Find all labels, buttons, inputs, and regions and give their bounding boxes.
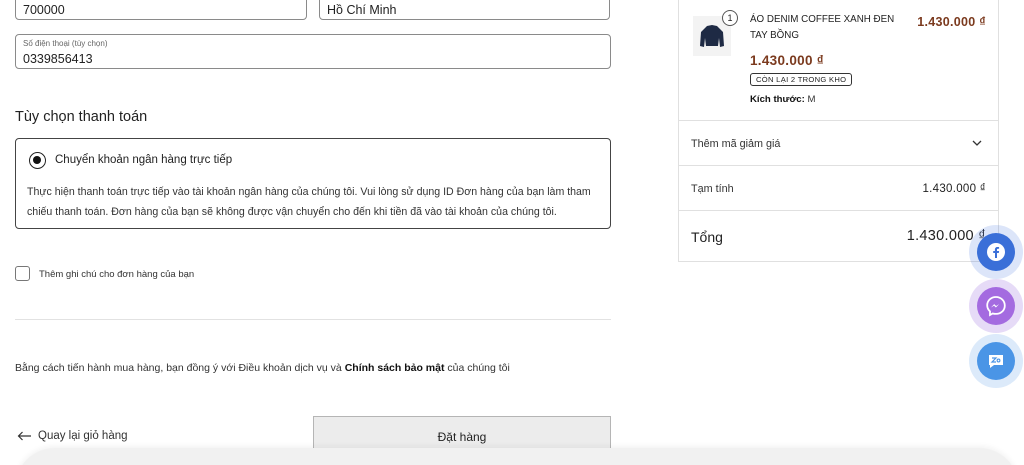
back-to-cart-link[interactable]: Quay lại giỏ hàng <box>17 430 128 442</box>
zalo-button[interactable] <box>969 334 1023 388</box>
city-field[interactable]: Hồ Chí Minh <box>319 0 610 20</box>
payment-section-title: Tùy chọn thanh toán <box>15 109 148 125</box>
facebook-button[interactable] <box>969 225 1023 279</box>
terms-suffix: của chúng tôi <box>444 362 510 374</box>
privacy-policy-link[interactable]: Chính sách bảo mật <box>345 362 445 374</box>
chevron-down-icon[interactable] <box>972 140 982 147</box>
item-quantity-badge: 1 <box>722 10 738 26</box>
bottom-bar <box>15 448 1019 465</box>
back-to-cart-label: Quay lại giỏ hàng <box>38 430 128 442</box>
summary-divider <box>679 165 998 166</box>
arrow-left-icon <box>17 431 31 441</box>
payment-method-box[interactable]: Chuyển khoản ngân hàng trực tiếp Thực hi… <box>15 138 611 229</box>
zalo-icon <box>989 355 1003 368</box>
product-price: 1.430.000 ₫ <box>750 53 825 68</box>
subtotal-label: Tạm tính <box>691 183 734 195</box>
stock-badge: CÒN LẠI 2 TRONG KHO <box>750 73 853 86</box>
subtotal-value: 1.430.000 ₫ <box>922 183 986 195</box>
messenger-icon <box>986 296 1006 317</box>
product-name: ÁO DENIM COFFEE XANH ĐEN TAY BỒNG <box>750 14 895 41</box>
city-value: Hồ Chí Minh <box>327 3 397 17</box>
order-note-label[interactable]: Thêm ghi chú cho đơn hàng của bạn <box>39 269 194 280</box>
summary-divider <box>679 120 998 121</box>
terms-prefix: Bằng cách tiến hành mua hàng, bạn đồng ý… <box>15 362 345 374</box>
phone-value: 0339856413 <box>23 52 93 66</box>
total-label: Tổng <box>691 229 723 245</box>
facebook-button-circle <box>977 233 1015 271</box>
item-line-total: 1.430.000 ₫ <box>917 15 986 29</box>
phone-field-label: Số điện thoại (tùy chọn) <box>23 39 108 48</box>
size-value: M <box>807 94 816 105</box>
divider <box>15 319 611 320</box>
messenger-button[interactable] <box>969 279 1023 333</box>
payment-method-description: Thực hiện thanh toán trực tiếp vào tài k… <box>27 186 591 218</box>
terms-text: Bằng cách tiến hành mua hàng, bạn đồng ý… <box>15 362 510 374</box>
payment-method-name: Chuyển khoản ngân hàng trực tiếp <box>55 154 233 166</box>
order-note-checkbox[interactable] <box>15 266 30 281</box>
radio-selected-dot <box>33 156 41 164</box>
zalo-button-circle <box>977 342 1015 380</box>
messenger-button-circle <box>977 287 1015 325</box>
zip-code-value: 700000 <box>23 3 65 17</box>
product-size: Kích thước: M <box>750 94 815 105</box>
payment-method-radio[interactable] <box>29 152 46 169</box>
zip-code-field[interactable]: 700000 <box>15 0 307 20</box>
order-summary: 1 ÁO DENIM COFFEE XANH ĐEN TAY BỒNG 1.43… <box>678 0 999 262</box>
facebook-icon <box>987 243 1005 261</box>
summary-divider <box>679 210 998 211</box>
phone-field[interactable]: Số điện thoại (tùy chọn) 0339856413 <box>15 34 611 69</box>
discount-code-toggle[interactable]: Thêm mã giảm giá <box>691 138 780 150</box>
size-label: Kích thước: <box>750 94 805 105</box>
